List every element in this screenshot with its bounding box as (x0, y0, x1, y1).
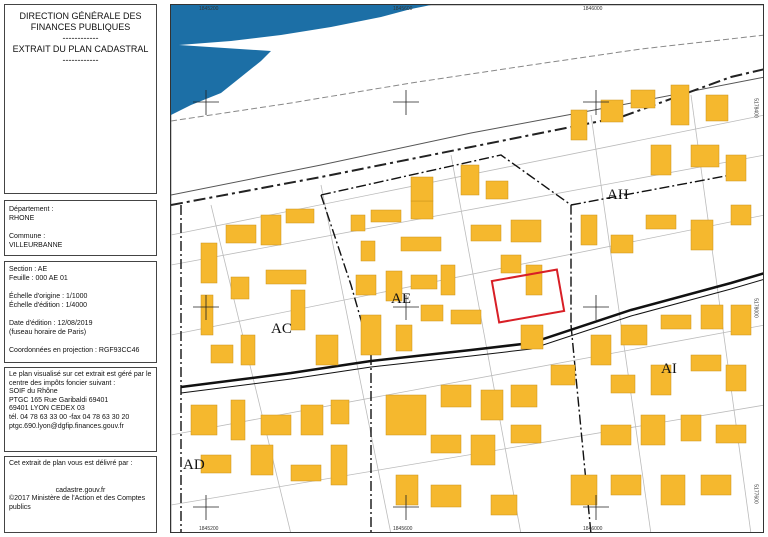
feuille-text: Feuille : 000 AE 01 (9, 275, 68, 282)
commune-value: VILLEURBANNE (9, 242, 63, 249)
scale-edition-text: Échelle d'édition : 1/4000 (9, 302, 88, 309)
copyright-text: ©2017 Ministère de l'Action et des Compt… (9, 495, 146, 503)
header-separator-2: ------------ (62, 55, 99, 65)
coord-left-3: 5177600 (171, 484, 172, 503)
coord-top-2: 1845600 (393, 6, 413, 12)
commune-label: Commune : (9, 233, 46, 240)
river-water (171, 5, 431, 115)
coord-right-1: 5178400 (752, 98, 759, 118)
section-label-ad: AD (183, 457, 205, 473)
coord-top-3: 1846000 (583, 6, 603, 12)
contact-phone: tél. 04 78 63 33 00 -fax 04 78 63 30 20 (9, 413, 130, 421)
timezone-text: (fuseau horaire de Paris) (9, 329, 87, 336)
projection-text: Coordonnées en projection : RGF93CC46 (9, 347, 140, 354)
coord-right-2: 5178000 (752, 298, 759, 318)
document-title: EXTRAIT DU PLAN CADASTRAL (12, 44, 149, 54)
coord-top-1: 1845200 (199, 6, 219, 12)
sheet-info-panel: Section : AE Feuille : 000 AE 01 Échelle… (4, 261, 157, 363)
section-text: Section : AE (9, 266, 48, 273)
contact-city: 69401 LYON CEDEX 03 (9, 405, 85, 413)
section-label-ai: AI (661, 361, 677, 377)
section-label-ac: AC (271, 321, 292, 337)
scale-origin-text: Échelle d'origine : 1/1000 (9, 293, 88, 300)
copyright-text-2: publics (9, 503, 31, 511)
contact-email[interactable]: ptgc.690.lyon@dgfip.finances.gouv.fr (9, 423, 152, 432)
coord-bottom-3: 1846000 (583, 526, 603, 532)
title-panel: DIRECTION GÉNÉRALE DES FINANCES PUBLIQUE… (4, 4, 157, 194)
header-line-1: DIRECTION GÉNÉRALE DES (19, 11, 142, 21)
section-label-ah: AH (607, 187, 629, 203)
coord-right-3: 5177600 (752, 484, 759, 504)
coord-left-2: 5178000 (171, 298, 172, 317)
header-separator-1: ------------ (62, 33, 99, 43)
contact-panel: Le plan visualisé sur cet extrait est gé… (4, 367, 157, 452)
delivered-by-text: Cet extrait de plan vous est délivré par… (9, 460, 133, 467)
coord-left-1: 5178400 (171, 98, 172, 117)
contact-line: Le plan visualisé sur cet extrait est gé… (9, 371, 152, 378)
department-value: RHONE (9, 215, 35, 222)
cadastral-map[interactable]: AC AE AH AI AD 1845200 1845600 1846000 1… (170, 4, 764, 533)
footer-panel: Cet extrait de plan vous est délivré par… (4, 456, 157, 533)
contact-address: PTGC 165 Rue Garibaldi 69401 (9, 396, 109, 404)
location-panel: Département : RHONE Commune : VILLEURBAN… (4, 200, 157, 256)
section-label-ae: AE (391, 291, 411, 307)
header-line-2: FINANCES PUBLIQUES (30, 22, 131, 32)
site-link[interactable]: cadastre.gouv.fr (9, 487, 152, 496)
coord-bottom-1: 1845200 (199, 526, 219, 532)
department-label: Département : (9, 206, 54, 213)
contact-office: SOIF du Rhône (9, 388, 58, 396)
contact-line: centre des impôts foncier suivant : (9, 379, 116, 387)
section-boundaries (180, 154, 732, 532)
map-canvas (171, 5, 763, 532)
coord-bottom-2: 1845600 (393, 526, 413, 532)
edition-date-text: Date d'édition : 12/08/2019 (9, 320, 93, 327)
